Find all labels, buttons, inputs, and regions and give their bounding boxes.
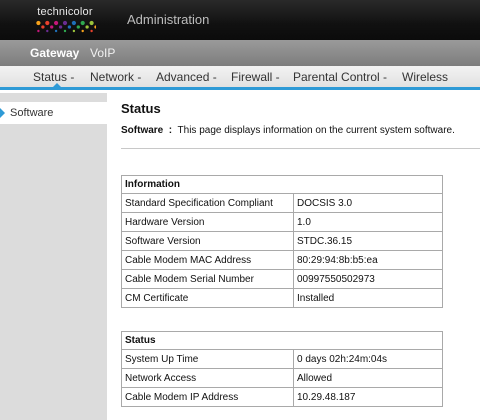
row-value: 00997550502973 xyxy=(293,269,443,289)
top-header-bar: technicolor Administration xyxy=(0,0,480,40)
row-value: DOCSIS 3.0 xyxy=(293,193,443,213)
logo-dot xyxy=(41,25,45,29)
description-separator: : xyxy=(168,125,173,136)
nav-voip[interactable]: VoIP xyxy=(90,46,115,60)
logo-dot xyxy=(81,29,84,33)
description-label: Software xyxy=(121,125,164,136)
table-header: Information xyxy=(121,175,443,194)
table-row: Cable Modem IP Address 10.29.48.187 xyxy=(121,387,443,407)
row-value: Allowed xyxy=(293,368,443,388)
page-section-title: Administration xyxy=(127,12,210,27)
tab-parental-control[interactable]: Parental Control - xyxy=(293,70,387,84)
logo-dot xyxy=(67,25,72,29)
tab-advanced[interactable]: Advanced - xyxy=(156,70,217,84)
secondary-nav-tabs: Status - Network - Advanced - Firewall -… xyxy=(0,66,480,90)
row-value: 10.29.48.187 xyxy=(293,387,443,407)
logo-dot xyxy=(62,20,68,26)
logo-dot xyxy=(63,29,67,33)
information-table: Information Standard Specification Compl… xyxy=(121,175,443,308)
divider xyxy=(121,148,480,149)
table-row: Software Version STDC.36.15 xyxy=(121,231,443,251)
page-title: Status xyxy=(121,101,161,116)
row-label: Standard Specification Compliant xyxy=(121,193,294,213)
technicolor-logo[interactable]: technicolor xyxy=(30,6,100,36)
row-label: Software Version xyxy=(121,231,294,251)
row-value: 80:29:94:8b:b5:ea xyxy=(293,250,443,270)
tab-firewall[interactable]: Firewall - xyxy=(231,70,280,84)
row-label: System Up Time xyxy=(121,349,294,369)
table-row: Standard Specification Compliant DOCSIS … xyxy=(121,193,443,213)
table-header-row: Status xyxy=(121,331,443,350)
logo-dot xyxy=(90,29,93,33)
selected-arrow-icon xyxy=(0,108,5,118)
sidebar-item-label: Software xyxy=(10,107,54,119)
logo-dot xyxy=(94,25,96,29)
logo-dot xyxy=(50,25,54,29)
tab-status[interactable]: Status - xyxy=(33,70,74,84)
nav-gateway[interactable]: Gateway xyxy=(30,46,79,60)
row-value: 0 days 02h:24m:04s xyxy=(293,349,443,369)
logo-dot xyxy=(72,29,76,33)
table-header-row: Information xyxy=(121,175,443,194)
logo-dot xyxy=(45,20,50,26)
logo-dot xyxy=(58,25,63,29)
logo-dot xyxy=(80,20,85,26)
page-description: Software : This page displays informatio… xyxy=(121,125,455,136)
row-label: Hardware Version xyxy=(121,212,294,232)
table-header: Status xyxy=(121,331,443,350)
table-row: Cable Modem Serial Number 00997550502973 xyxy=(121,269,443,289)
sidebar-item-software[interactable]: Software xyxy=(0,102,107,124)
status-table: Status System Up Time 0 days 02h:24m:04s… xyxy=(121,331,443,407)
logo-dot xyxy=(85,25,89,29)
sidebar: Software xyxy=(0,93,107,420)
logo-dot xyxy=(46,29,49,33)
brand-name: technicolor xyxy=(37,6,93,18)
tab-wireless[interactable]: Wireless xyxy=(402,70,448,84)
tab-network[interactable]: Network - xyxy=(90,70,141,84)
row-label: Network Access xyxy=(121,368,294,388)
logo-dot xyxy=(71,20,76,26)
row-value: 1.0 xyxy=(293,212,443,232)
row-label: Cable Modem MAC Address xyxy=(121,250,294,270)
table-row: Cable Modem MAC Address 80:29:94:8b:b5:e… xyxy=(121,250,443,270)
description-text: This page displays information on the cu… xyxy=(177,125,455,136)
primary-nav: Gateway VoIP xyxy=(0,40,480,66)
logo-dot xyxy=(76,25,80,29)
logo-dot xyxy=(37,29,40,33)
logo-dot xyxy=(36,20,41,26)
row-label: CM Certificate xyxy=(121,288,294,308)
main-content: Status Software : This page displays inf… xyxy=(107,93,480,420)
row-label: Cable Modem Serial Number xyxy=(121,269,294,289)
row-value: Installed xyxy=(293,288,443,308)
logo-dot xyxy=(89,20,94,26)
row-label: Cable Modem IP Address xyxy=(121,387,294,407)
table-row: Network Access Allowed xyxy=(121,368,443,388)
logo-dot xyxy=(54,20,59,26)
table-row: Hardware Version 1.0 xyxy=(121,212,443,232)
table-row: System Up Time 0 days 02h:24m:04s xyxy=(121,349,443,369)
table-row: CM Certificate Installed xyxy=(121,288,443,308)
logo-dot xyxy=(54,29,58,33)
active-tab-indicator-icon xyxy=(52,83,62,88)
logo-mark-icon xyxy=(36,20,96,33)
row-value: STDC.36.15 xyxy=(293,231,443,251)
